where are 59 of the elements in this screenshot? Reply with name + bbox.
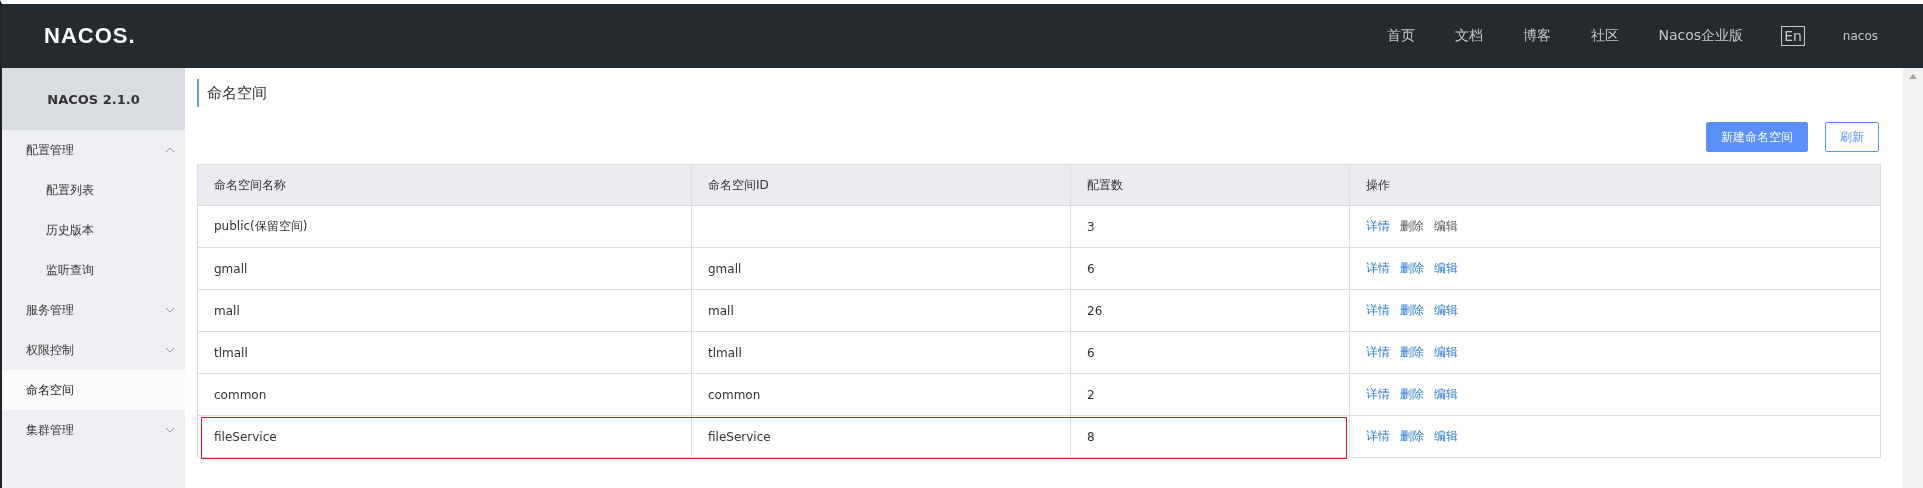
table-cell: public(保留空间) <box>197 205 692 248</box>
chevron-down-icon <box>165 347 175 353</box>
sidebar-subitem[interactable]: 配置列表 <box>2 170 185 210</box>
sidebar-item[interactable]: 配置管理 <box>2 130 185 170</box>
action-link[interactable]: 详情 <box>1366 429 1390 443</box>
action-link[interactable]: 编辑 <box>1434 345 1458 359</box>
table-cell: gmall <box>691 247 1071 290</box>
scrollbar[interactable] <box>1903 68 1923 488</box>
nav-link[interactable]: 首页 <box>1386 27 1415 45</box>
action-link[interactable]: 编辑 <box>1434 261 1458 275</box>
column-header: 操作 <box>1349 164 1881 206</box>
table-cell: gmall <box>197 247 692 290</box>
chevron-down-icon <box>165 427 175 433</box>
nav-link[interactable]: 文档 <box>1454 27 1483 45</box>
scroll-up-icon[interactable] <box>1909 74 1917 79</box>
sidebar-subitem[interactable]: 历史版本 <box>2 210 185 250</box>
sidebar-subitem[interactable]: 监听查询 <box>2 250 185 290</box>
nav-link[interactable]: 博客 <box>1522 27 1551 45</box>
table-cell: 8 <box>1070 415 1350 458</box>
table-cell: 6 <box>1070 247 1350 290</box>
action-link[interactable]: 删除 <box>1400 345 1424 359</box>
logo[interactable]: NACOS. <box>44 23 136 49</box>
user-name[interactable]: nacos <box>1842 29 1878 43</box>
action-link[interactable]: 编辑 <box>1434 429 1458 443</box>
table-cell: tlmall <box>691 331 1071 374</box>
sidebar-item[interactable]: 集群管理 <box>2 410 185 450</box>
action-link[interactable]: 删除 <box>1400 387 1424 401</box>
nav-link[interactable]: 社区 <box>1590 27 1619 45</box>
table-cell: common <box>197 373 692 416</box>
nav-link[interactable]: Nacos企业版 <box>1658 27 1744 45</box>
table-cell: mall <box>691 289 1071 332</box>
table-cell: fileService <box>691 415 1071 458</box>
sidebar-item[interactable]: 命名空间 <box>2 370 185 410</box>
action-link[interactable]: 删除 <box>1400 429 1424 443</box>
action-link[interactable]: 详情 <box>1366 345 1390 359</box>
action-link[interactable]: 详情 <box>1366 303 1390 317</box>
action-link[interactable]: 删除 <box>1400 303 1424 317</box>
table-cell: 26 <box>1070 289 1350 332</box>
table-cell: tlmall <box>197 331 692 374</box>
sidebar-title: NACOS 2.1.0 <box>2 68 185 130</box>
column-header: 命名空间名称 <box>197 164 692 206</box>
table-cell: 3 <box>1070 205 1350 248</box>
action-link[interactable]: 编辑 <box>1434 303 1458 317</box>
table-cell: 2 <box>1070 373 1350 416</box>
action-link[interactable]: 详情 <box>1366 219 1390 233</box>
action-link[interactable]: 删除 <box>1400 261 1424 275</box>
chevron-up-icon <box>165 147 175 153</box>
column-header: 配置数 <box>1070 164 1350 206</box>
chevron-down-icon <box>165 307 175 313</box>
column-header: 命名空间ID <box>691 164 1071 206</box>
table-cell: common <box>691 373 1071 416</box>
sidebar-item[interactable]: 服务管理 <box>2 290 185 330</box>
action-link[interactable]: 详情 <box>1366 387 1390 401</box>
action-link[interactable]: 编辑 <box>1434 387 1458 401</box>
action-link[interactable]: 详情 <box>1366 261 1390 275</box>
language-button[interactable]: En <box>1781 26 1805 46</box>
table-cell: mall <box>197 289 692 332</box>
sidebar-item[interactable]: 权限控制 <box>2 330 185 370</box>
table-cell: 6 <box>1070 331 1350 374</box>
